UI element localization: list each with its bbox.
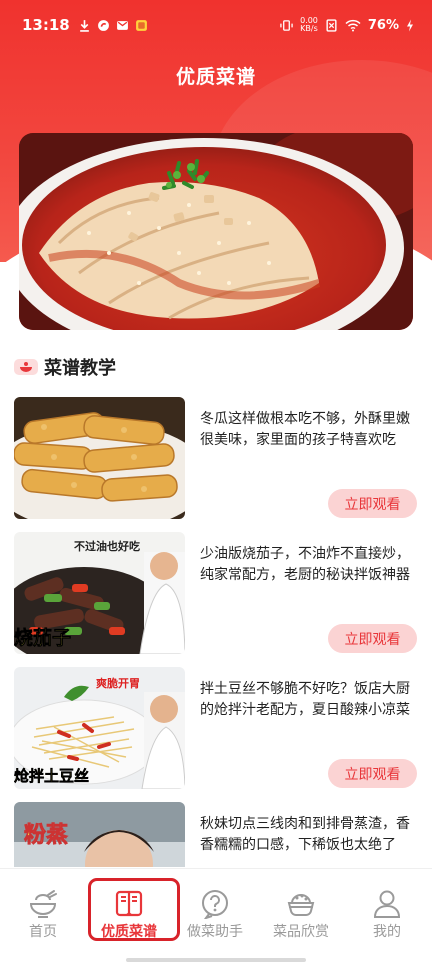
bottom-tab-bar: 首页 优质菜谱 做菜助手 菜品欣赏 我的 bbox=[0, 868, 432, 964]
tab-dish-gallery[interactable]: 菜品欣赏 bbox=[258, 889, 344, 945]
dish-icon bbox=[287, 894, 315, 916]
tab-label: 菜品欣赏 bbox=[273, 924, 329, 940]
recipe-description: 拌土豆丝不够脆不好吃？饭店大厨的炝拌汁老配方，夏日酸辣小凉菜 bbox=[200, 681, 410, 718]
tab-label: 我的 bbox=[373, 924, 401, 940]
tab-mine[interactable]: 我的 bbox=[344, 889, 430, 945]
status-bar: 13:18 0.00 KB/s 76% bbox=[0, 0, 432, 50]
mail-icon bbox=[116, 20, 128, 30]
recipe-list[interactable]: 冬瓜这样做根本吃不够，外酥里嫩很美味，家里面的孩子特喜欢吃 立即观看 不过油也好… bbox=[0, 397, 432, 867]
tab-cooking-assistant[interactable]: 做菜助手 bbox=[172, 889, 258, 945]
recipe-description: 少油版烧茄子，不油炸不直接炒，纯家常配方，老厨的秘诀拌饭神器 bbox=[200, 546, 410, 583]
question-icon bbox=[202, 890, 228, 919]
section-header: 菜谱教学 bbox=[14, 354, 116, 380]
thumb-caption-bottom: 炝拌土豆丝 bbox=[14, 767, 89, 785]
recipe-thumbnail[interactable]: 不过油也好吃 烧茄子 bbox=[14, 532, 185, 654]
charging-icon bbox=[407, 19, 413, 31]
recipe-bowl-icon bbox=[14, 359, 38, 375]
recipe-card[interactable]: 粉蒸 秋妹切点三线肉和到排骨蒸渣，香香糯糯的口感，下稀饭也太绝了 bbox=[14, 802, 420, 867]
watch-now-button[interactable]: 立即观看 bbox=[328, 489, 417, 518]
recipe-thumbnail[interactable]: 爽脆开胃 炝拌土豆丝 bbox=[14, 667, 185, 789]
tab-home[interactable]: 首页 bbox=[0, 889, 86, 945]
network-speed-unit: KB/s bbox=[300, 24, 318, 33]
recipe-card[interactable]: 冬瓜这样做根本吃不够，外酥里嫩很美味，家里面的孩子特喜欢吃 立即观看 bbox=[14, 397, 420, 519]
user-icon bbox=[373, 890, 401, 918]
status-time: 13:18 bbox=[22, 16, 70, 34]
thumb-caption-bottom: 烧茄子 bbox=[14, 626, 71, 649]
section-title: 菜谱教学 bbox=[44, 358, 116, 379]
watch-now-button[interactable]: 立即观看 bbox=[328, 624, 417, 653]
active-tab-highlight bbox=[88, 878, 180, 941]
sim-off-icon bbox=[326, 18, 337, 32]
recipe-card[interactable]: 不过油也好吃 烧茄子 少油版烧茄子，不油炸不直接炒，纯家常配方，老厨的秘诀拌饭神… bbox=[14, 532, 420, 654]
status-indicators: 0.00 KB/s 76% bbox=[280, 17, 414, 33]
vibrate-icon bbox=[280, 19, 293, 31]
notification-icons bbox=[78, 19, 148, 32]
thumb-caption-top: 爽脆开胃 bbox=[96, 676, 140, 690]
tab-label: 做菜助手 bbox=[187, 924, 243, 940]
watch-now-button[interactable]: 立即观看 bbox=[328, 759, 417, 788]
recipe-description: 冬瓜这样做根本吃不够，外酥里嫩很美味，家里面的孩子特喜欢吃 bbox=[200, 411, 410, 448]
thumb-caption-top: 不过油也好吃 bbox=[74, 539, 140, 553]
thumb-caption-top: 粉蒸 bbox=[24, 823, 68, 848]
wifi-icon bbox=[345, 19, 361, 31]
braised-eggplant-image: 不过油也好吃 烧茄子 bbox=[14, 532, 185, 654]
tab-label: 首页 bbox=[29, 924, 57, 940]
network-speed: 0.00 KB/s bbox=[300, 17, 318, 33]
home-indicator[interactable] bbox=[126, 958, 306, 962]
app-logo-icon bbox=[97, 19, 109, 31]
fried-rolls-image bbox=[14, 397, 185, 519]
battery-level: 76% bbox=[367, 17, 399, 33]
potato-shreds-image: 爽脆开胃 炝拌土豆丝 bbox=[14, 667, 185, 789]
featured-banner[interactable] bbox=[19, 133, 413, 330]
recipe-thumbnail[interactable]: 粉蒸 bbox=[14, 802, 185, 867]
banner-dish-image bbox=[19, 133, 413, 330]
download-icon bbox=[79, 19, 89, 32]
app-badge-icon bbox=[135, 19, 147, 31]
page-title: 优质菜谱 bbox=[175, 66, 256, 88]
steamed-pork-image: 粉蒸 bbox=[14, 802, 185, 867]
bowl-icon bbox=[29, 890, 57, 918]
recipe-thumbnail[interactable] bbox=[14, 397, 185, 519]
recipe-description: 秋妹切点三线肉和到排骨蒸渣，香香糯糯的口感，下稀饭也太绝了 bbox=[200, 816, 410, 853]
recipe-card[interactable]: 爽脆开胃 炝拌土豆丝 拌土豆丝不够脆不好吃？饭店大厨的炝拌汁老配方，夏日酸辣小凉… bbox=[14, 667, 420, 789]
